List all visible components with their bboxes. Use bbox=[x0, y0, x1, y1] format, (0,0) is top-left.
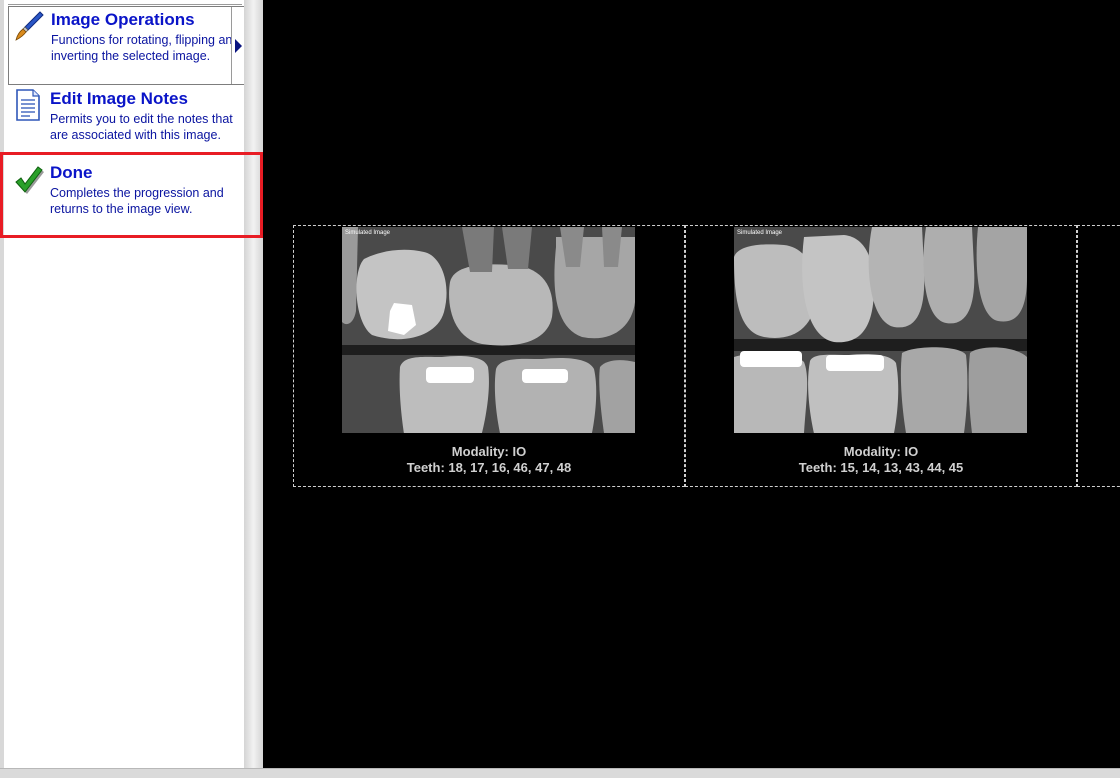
image-modality: Modality: IO bbox=[451, 444, 527, 459]
task-description: Functions for rotating, flipping and inv… bbox=[51, 33, 240, 63]
xray-image[interactable]: Simulated Image bbox=[734, 227, 1027, 433]
paintbrush-icon bbox=[13, 9, 45, 43]
checkmark-icon bbox=[12, 162, 44, 196]
image-modality: Modality: IO bbox=[843, 444, 919, 459]
image-tile[interactable]: Simulated Image Modality: IO Teeth: 15, … bbox=[685, 225, 1077, 487]
task-image-operations[interactable]: Image Operations Functions for rotating,… bbox=[8, 6, 244, 85]
task-title: Edit Image Notes bbox=[50, 89, 188, 108]
task-description: Permits you to edit the notes that are a… bbox=[50, 112, 233, 142]
panel-divider bbox=[8, 4, 242, 5]
panel-splitter[interactable] bbox=[244, 0, 263, 768]
task-edit-image-notes[interactable]: Edit Image Notes Permits you to edit the… bbox=[8, 86, 244, 146]
bottom-bar bbox=[0, 768, 1120, 778]
image-teeth: Teeth: 15, 14, 13, 43, 44, 45 bbox=[798, 460, 964, 475]
document-icon bbox=[12, 88, 44, 122]
xray-image[interactable]: Simulated Image bbox=[342, 227, 635, 433]
image-tile[interactable]: Simulated Image Modality: IO Teeth: 18, … bbox=[293, 225, 685, 487]
chevron-right-icon bbox=[235, 39, 242, 53]
image-tile[interactable] bbox=[1077, 225, 1120, 487]
task-title: Image Operations bbox=[51, 10, 195, 29]
task-title: Done bbox=[50, 163, 93, 182]
image-teeth: Teeth: 18, 17, 16, 46, 47, 48 bbox=[406, 460, 572, 475]
task-done[interactable]: Done Completes the progression and retur… bbox=[8, 160, 244, 220]
task-description: Completes the progression and returns to… bbox=[50, 186, 224, 216]
image-overlay-label: Simulated Image bbox=[737, 230, 783, 236]
task-panel: Image Operations Functions for rotating,… bbox=[0, 0, 244, 768]
expand-submenu-button[interactable] bbox=[231, 7, 244, 84]
image-overlay-label: Simulated Image bbox=[345, 230, 391, 236]
image-viewer: Simulated Image Modality: IO Teeth: 18, … bbox=[263, 0, 1120, 768]
